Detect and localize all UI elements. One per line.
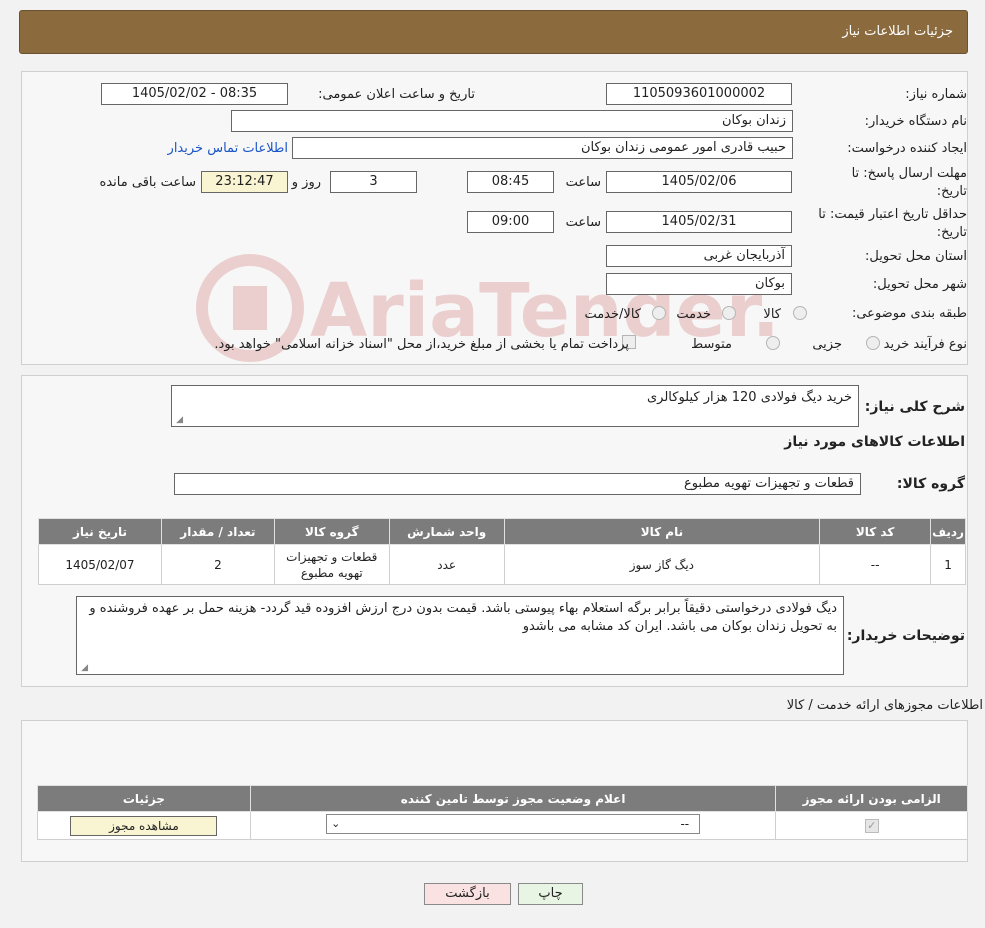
creator-label: ایجاد کننده درخواست: bbox=[847, 141, 967, 156]
goods-table-header: ردیف کد کالا نام کالا واحد شمارش گروه کا… bbox=[38, 518, 966, 545]
need-number-field: 1105093601000002 bbox=[606, 83, 792, 105]
category-option-service: خدمت bbox=[676, 307, 711, 322]
need-summary-field: خرید دیگ فولادی 120 هزار کیلوکالری ◢ bbox=[171, 385, 859, 427]
province-label: استان محل تحویل: bbox=[865, 249, 967, 264]
deadline-label: مهلت ارسال پاسخ: تا bbox=[851, 166, 967, 181]
permit-status-value: -- bbox=[680, 817, 690, 831]
remaining-time-field: 23:12:47 bbox=[201, 171, 288, 193]
cell-unit: عدد bbox=[388, 544, 505, 585]
creator-field: حبیب قادری امور عمومی زندان بوکان bbox=[292, 137, 793, 159]
category-option-goods-service: کالا/خدمت bbox=[584, 307, 641, 322]
buyer-contact-link[interactable]: اطلاعات تماس خریدار bbox=[168, 141, 288, 156]
process-type-label: نوع فرآیند خرید : bbox=[875, 337, 967, 352]
process-option-minor: جزیی bbox=[812, 337, 842, 352]
permits-section-title: اطلاعات مجوزهای ارائه خدمت / کالا bbox=[786, 698, 983, 713]
cell-code: -- bbox=[819, 544, 932, 585]
cell-qty: 2 bbox=[160, 544, 275, 585]
col-permit-details: جزئیات bbox=[37, 785, 251, 812]
price-validity-date-field: 1405/02/31 bbox=[606, 211, 792, 233]
cell-permit-required: ✓ bbox=[775, 811, 968, 840]
need-summary-text: خرید دیگ فولادی 120 هزار کیلوکالری bbox=[646, 390, 852, 405]
buyer-notes-label: توضیحات خریدار: bbox=[846, 628, 965, 644]
category-radio-service[interactable] bbox=[722, 306, 736, 320]
cell-date: 1405/02/07 bbox=[38, 544, 162, 585]
cell-name: دیگ گاز سوز bbox=[503, 544, 821, 585]
announce-date-label: تاریخ و ساعت اعلان عمومی: bbox=[318, 87, 475, 102]
permits-table: الزامی بودن ارائه مجوز اعلام وضعیت مجوز … bbox=[37, 785, 968, 840]
col-date: تاریخ نیاز bbox=[38, 518, 162, 545]
buyer-org-field: زندان بوکان bbox=[231, 110, 793, 132]
cell-group: قطعات و تجهیزات تهویه مطبوع bbox=[273, 544, 390, 585]
col-permit-required: الزامی بودن ارائه مجوز bbox=[775, 785, 968, 812]
cell-row: 1 bbox=[930, 544, 966, 585]
process-radio-medium[interactable] bbox=[766, 336, 780, 350]
city-field: بوکان bbox=[606, 273, 792, 295]
process-option-medium: متوسط bbox=[691, 337, 732, 352]
resize-grip-icon[interactable]: ◢ bbox=[174, 416, 183, 425]
col-row: ردیف bbox=[930, 518, 966, 545]
days-label: روز و bbox=[291, 175, 321, 190]
back-button[interactable]: بازگشت bbox=[424, 883, 511, 905]
view-permit-button[interactable]: مشاهده مجوز bbox=[70, 815, 218, 836]
remaining-time-label: ساعت باقی مانده bbox=[99, 175, 196, 190]
buyer-notes-text: دیگ فولادی درخواستی دقیقاً برابر برگه اس… bbox=[89, 601, 837, 634]
chevron-down-icon: ⌄ bbox=[331, 817, 341, 830]
resize-grip-icon[interactable]: ◢ bbox=[79, 664, 88, 673]
deadline-time-label: ساعت bbox=[565, 175, 601, 190]
price-validity-label-2: تاریخ: bbox=[936, 225, 967, 240]
buyer-notes-field: دیگ فولادی درخواستی دقیقاً برابر برگه اس… bbox=[76, 596, 844, 675]
deadline-time-field: 08:45 bbox=[467, 171, 554, 193]
table-row: 1 -- دیگ گاز سوز عدد قطعات و تجهیزات تهو… bbox=[38, 544, 966, 585]
col-qty: تعداد / مقدار bbox=[160, 518, 275, 545]
permit-status-select[interactable]: ⌄ -- bbox=[326, 814, 701, 834]
col-unit: واحد شمارش bbox=[388, 518, 505, 545]
category-option-goods: کالا bbox=[763, 307, 781, 322]
province-field: آذربایجان غربی bbox=[606, 245, 792, 267]
goods-group-field: قطعات و تجهیزات تهویه مطبوع bbox=[174, 473, 861, 495]
category-radio-goods[interactable] bbox=[793, 306, 807, 320]
col-name: نام کالا bbox=[503, 518, 821, 545]
page-title: جزئیات اطلاعات نیاز bbox=[842, 24, 953, 39]
goods-table: ردیف کد کالا نام کالا واحد شمارش گروه کا… bbox=[38, 518, 966, 585]
deadline-date-field: 1405/02/06 bbox=[606, 171, 792, 193]
required-checkbox[interactable]: ✓ bbox=[864, 819, 879, 833]
process-note: پرداخت تمام یا بخشی از مبلغ خرید،از محل … bbox=[214, 337, 629, 352]
table-row: ✓ ⌄ -- مشاهده مجوز bbox=[37, 811, 968, 840]
category-radio-goods-service[interactable] bbox=[652, 306, 666, 320]
category-label: طبقه بندی موضوعی: bbox=[851, 306, 967, 321]
cell-permit-details: مشاهده مجوز bbox=[37, 811, 251, 840]
price-validity-label: حداقل تاریخ اعتبار قیمت: تا bbox=[818, 207, 967, 222]
price-validity-time-field: 09:00 bbox=[467, 211, 554, 233]
col-permit-status: اعلام وضعیت مجوز توسط تامین کننده bbox=[249, 785, 777, 812]
permits-table-header: الزامی بودن ارائه مجوز اعلام وضعیت مجوز … bbox=[37, 785, 968, 812]
days-field: 3 bbox=[330, 171, 417, 193]
price-validity-time-label: ساعت bbox=[565, 215, 601, 230]
col-group: گروه کالا bbox=[273, 518, 390, 545]
cell-permit-status: ⌄ -- bbox=[249, 811, 777, 840]
goods-section-title: اطلاعات کالاهای مورد نیاز bbox=[784, 434, 965, 450]
deadline-label-2: تاریخ: bbox=[936, 184, 967, 199]
city-label: شهر محل تحویل: bbox=[872, 277, 967, 292]
buyer-org-label: نام دستگاه خریدار: bbox=[864, 114, 967, 129]
col-code: کد کالا bbox=[819, 518, 932, 545]
announce-date-field: 1405/02/02 - 08:35 bbox=[101, 83, 288, 105]
process-radio-minor[interactable] bbox=[866, 336, 880, 350]
print-button[interactable]: چاپ bbox=[518, 883, 583, 905]
page-header: جزئیات اطلاعات نیاز bbox=[19, 10, 968, 54]
goods-group-label: گروه کالا: bbox=[896, 476, 965, 492]
need-number-label: شماره نیاز: bbox=[905, 87, 967, 102]
need-summary-label: شرح کلی نیاز: bbox=[864, 399, 965, 415]
